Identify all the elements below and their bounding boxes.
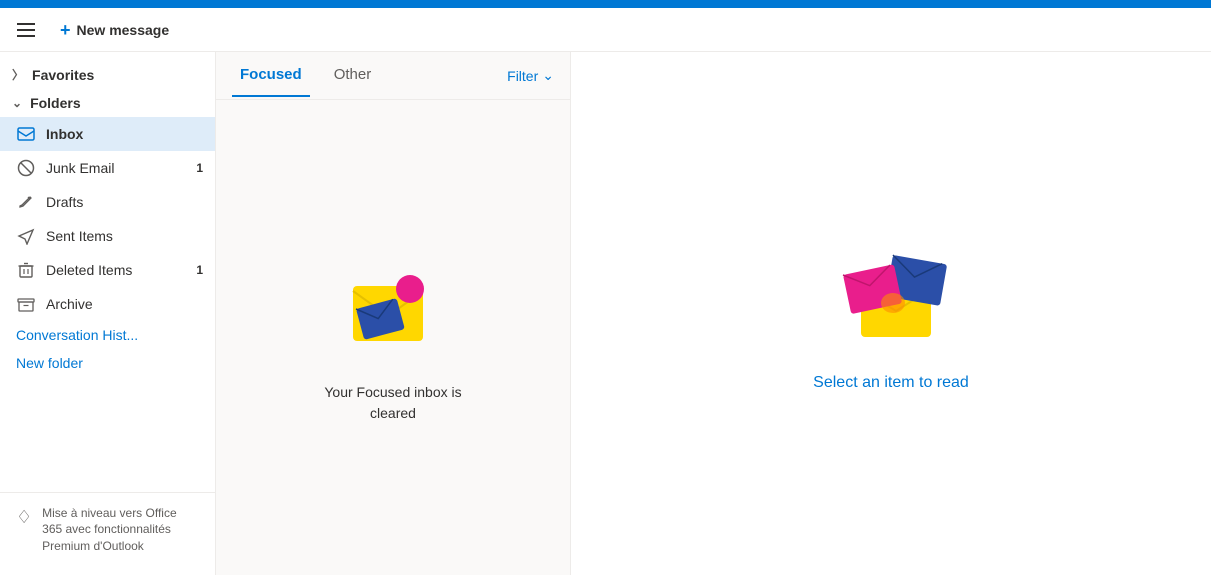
empty-state-message: Your Focused inbox is cleared xyxy=(324,384,461,421)
diamond-icon: ♢ xyxy=(16,507,32,528)
tab-other[interactable]: Other xyxy=(326,54,380,97)
junk-badge: 1 xyxy=(183,161,203,175)
email-list-content: Your Focused inbox is cleared xyxy=(216,100,570,575)
folders-chevron-icon: ⌄ xyxy=(12,96,22,110)
drafts-icon xyxy=(16,192,36,212)
archive-label: Archive xyxy=(46,296,203,312)
favorites-chevron-icon: 〉 xyxy=(12,66,24,83)
email-list-panel: Focused Other Filter ⌄ xyxy=(216,52,571,575)
main-layout: 〉 Favorites ⌄ Folders Inbox xyxy=(0,52,1211,575)
sidebar-item-sent[interactable]: Sent Items xyxy=(0,219,215,253)
new-message-label: New message xyxy=(77,22,170,38)
plus-icon: + xyxy=(60,21,71,39)
reading-pane-illustration xyxy=(821,235,961,350)
filter-chevron-icon: ⌄ xyxy=(542,67,554,84)
top-bar xyxy=(0,0,1211,8)
upgrade-section: ♢ Mise à niveau vers Office 365 avec fon… xyxy=(0,492,215,567)
archive-icon xyxy=(16,294,36,314)
favorites-label: Favorites xyxy=(32,67,94,83)
header: + New message xyxy=(0,8,1211,52)
deleted-badge: 1 xyxy=(183,263,203,277)
sidebar-favorites[interactable]: 〉 Favorites xyxy=(0,60,215,89)
junk-label: Junk Email xyxy=(46,160,173,176)
sidebar-item-drafts[interactable]: Drafts xyxy=(0,185,215,219)
reading-pane: Select an item to read xyxy=(571,52,1211,575)
filter-button[interactable]: Filter ⌄ xyxy=(507,67,554,84)
focused-empty-text: Your Focused inbox is cleared xyxy=(324,382,461,424)
sidebar: 〉 Favorites ⌄ Folders Inbox xyxy=(0,52,216,575)
sent-icon xyxy=(16,226,36,246)
app-container: + New message 〉 Favorites ⌄ Folders xyxy=(0,8,1211,575)
sidebar-item-deleted[interactable]: Deleted Items 1 xyxy=(0,253,215,287)
sidebar-folders[interactable]: ⌄ Folders xyxy=(0,89,215,117)
inbox-icon xyxy=(16,124,36,144)
tab-focused-label: Focused xyxy=(240,66,302,83)
tabs-bar: Focused Other Filter ⌄ xyxy=(216,52,570,100)
select-item-text: Select an item to read xyxy=(813,374,969,392)
deleted-icon xyxy=(16,260,36,280)
upgrade-text: Mise à niveau vers Office 365 avec fonct… xyxy=(42,505,199,555)
filter-label: Filter xyxy=(507,68,538,84)
new-message-button[interactable]: + New message xyxy=(52,17,177,43)
junk-icon xyxy=(16,158,36,178)
sidebar-item-junk[interactable]: Junk Email 1 xyxy=(0,151,215,185)
new-folder-link[interactable]: New folder xyxy=(0,349,215,377)
sent-label: Sent Items xyxy=(46,228,203,244)
sidebar-item-inbox[interactable]: Inbox xyxy=(0,117,215,151)
deleted-label: Deleted Items xyxy=(46,262,173,278)
folders-label: Folders xyxy=(30,95,81,111)
drafts-label: Drafts xyxy=(46,194,203,210)
hamburger-icon[interactable] xyxy=(12,16,40,44)
inbox-label: Inbox xyxy=(46,126,203,142)
tab-other-label: Other xyxy=(334,66,372,83)
focused-inbox-illustration xyxy=(328,251,458,366)
sidebar-item-archive[interactable]: Archive xyxy=(0,287,215,321)
conversation-hist-link[interactable]: Conversation Hist... xyxy=(0,321,215,349)
tab-focused[interactable]: Focused xyxy=(232,54,310,97)
